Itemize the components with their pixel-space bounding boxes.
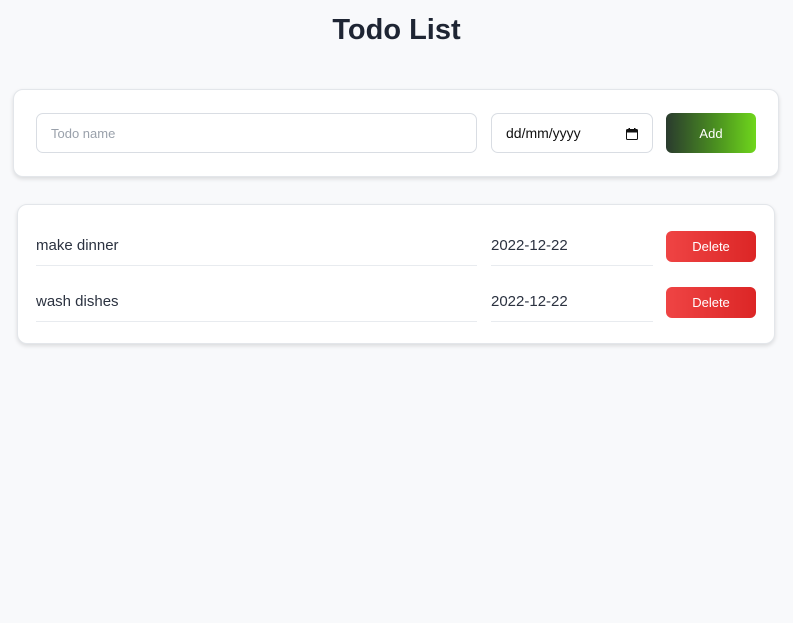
todo-date: 2022-12-22 [491, 283, 653, 322]
todo-row: make dinner 2022-12-22 Delete [36, 227, 758, 283]
delete-button[interactable]: Delete [666, 287, 756, 318]
date-input-placeholder: dd/mm/yyyy [506, 125, 581, 141]
todo-date: 2022-12-22 [491, 227, 653, 266]
calendar-icon[interactable] [626, 127, 638, 140]
add-todo-card: dd/mm/yyyy Add [13, 89, 779, 177]
todo-row: wash dishes 2022-12-22 Delete [36, 283, 758, 339]
add-button[interactable]: Add [666, 113, 756, 153]
page-title: Todo List [332, 14, 461, 46]
todo-name: wash dishes [36, 283, 477, 322]
delete-button[interactable]: Delete [666, 231, 756, 262]
todo-name: make dinner [36, 227, 477, 266]
todo-list-card: make dinner 2022-12-22 Delete wash dishe… [17, 204, 775, 344]
todo-name-input[interactable] [36, 113, 477, 153]
todo-date-input[interactable]: dd/mm/yyyy [491, 113, 653, 153]
